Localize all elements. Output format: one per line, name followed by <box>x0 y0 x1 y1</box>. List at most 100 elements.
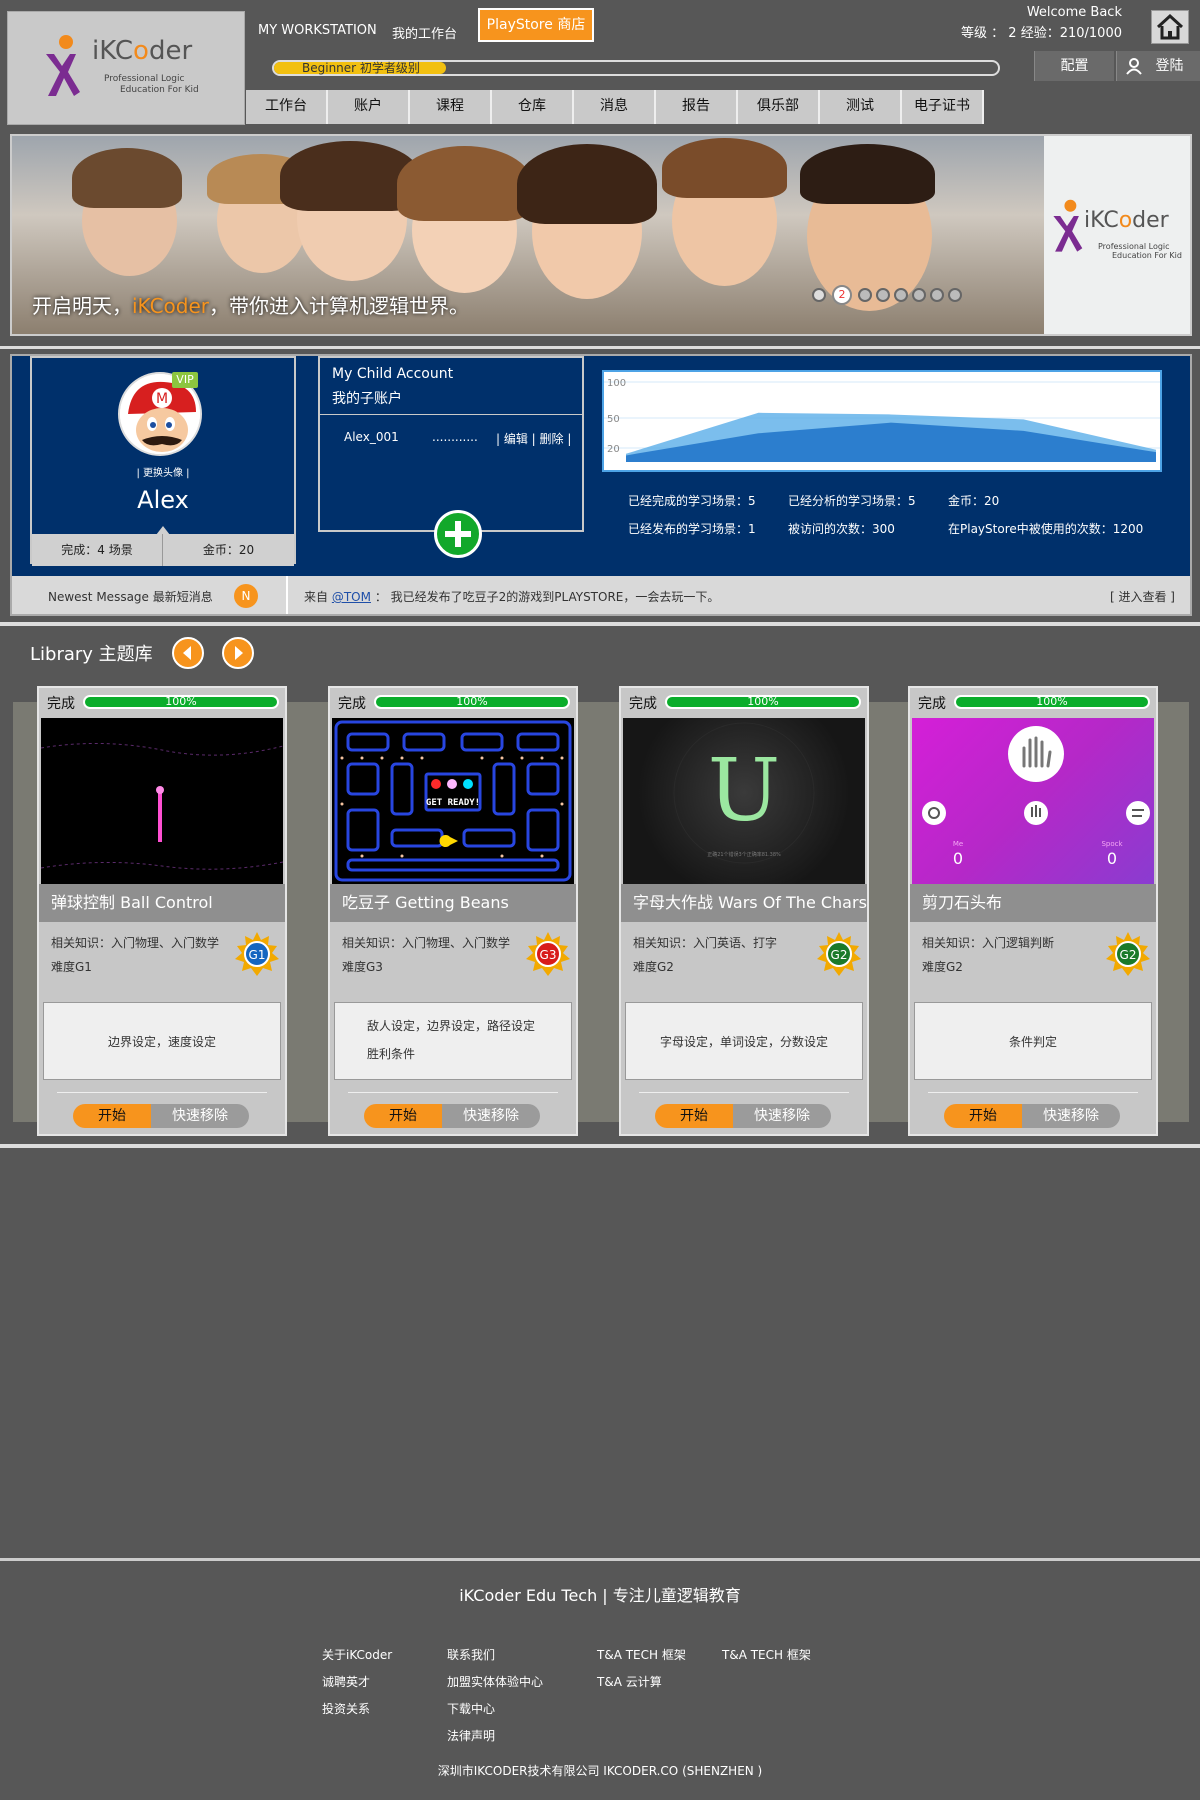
message-from-user[interactable]: @TOM <box>332 590 371 604</box>
library-next-button[interactable] <box>222 637 254 669</box>
card-description: 字母设定，单词设定，分数设定 <box>625 1002 863 1080</box>
config-button[interactable]: 配置 <box>1034 51 1114 81</box>
child-account-divider <box>320 414 582 415</box>
playstore-button[interactable]: PlayStore 商店 <box>478 8 594 42</box>
library-prev-button[interactable] <box>172 637 204 669</box>
library-divider <box>0 1144 1200 1148</box>
add-child-button[interactable] <box>434 510 482 558</box>
footer-link-contact[interactable]: 联系我们 <box>447 1646 543 1673</box>
card-title: 字母大作战 Wars Of The Chars <box>621 884 867 922</box>
start-button[interactable]: 开始 <box>364 1104 442 1128</box>
view-message-link[interactable]: [ 进入查看 ] <box>1110 588 1175 605</box>
quick-remove-button[interactable]: 快速移除 <box>733 1104 831 1128</box>
quick-remove-button[interactable]: 快速移除 <box>151 1104 249 1128</box>
footer-link-investors[interactable]: 投资关系 <box>322 1700 392 1727</box>
workstation-link-cn[interactable]: 我的工作台 <box>392 23 457 42</box>
new-message-badge[interactable]: N <box>234 584 258 608</box>
svg-text:Me: Me <box>953 840 963 848</box>
card-separator <box>928 1092 1138 1093</box>
footer-link-download[interactable]: 下载中心 <box>447 1700 543 1727</box>
footer-link-framework[interactable]: T&A TECH 框架 <box>597 1646 686 1673</box>
nav-item-club[interactable]: 俱乐部 <box>738 90 820 124</box>
nav-item-account[interactable]: 账户 <box>328 90 410 124</box>
welcome-block: Welcome Back 等级 ： 2 经验：210/1000 <box>961 5 1122 41</box>
footer-link-careers[interactable]: 诚聘英才 <box>322 1673 392 1700</box>
carousel-dot-8[interactable] <box>948 288 962 302</box>
home-button[interactable] <box>1151 10 1189 44</box>
quick-remove-button[interactable]: 快速移除 <box>1022 1104 1120 1128</box>
card-actions: 开始 快速移除 <box>73 1104 249 1128</box>
card-title-cn: 弹球控制 <box>51 893 116 912</box>
banner-caption-post: ，带你进入计算机逻辑世界。 <box>209 294 470 318</box>
card-title-cn: 字母大作战 <box>633 893 714 912</box>
welcome-text: Welcome Back <box>1026 5 1122 20</box>
library-card-ball-control[interactable]: 完成 100% 弹球控制 Ball Control 相关知识：入门物理、入门数学… <box>37 686 287 1136</box>
svg-text:M: M <box>156 391 168 407</box>
hero-banner[interactable]: iKCoder Professional Logic Education For… <box>10 134 1192 336</box>
card-progress: 100% <box>374 695 570 709</box>
grade-badge-icon: G3 <box>526 932 570 976</box>
login-button[interactable]: 登陆 <box>1116 51 1200 81</box>
nav-item-messages[interactable]: 消息 <box>574 90 656 124</box>
footer-link-framework-2[interactable]: T&A TECH 框架 <box>722 1646 811 1673</box>
nav-item-courses[interactable]: 课程 <box>410 90 492 124</box>
start-button[interactable]: 开始 <box>944 1104 1022 1128</box>
message-bar: Newest Message 最新短消息 N 来自 @TOM ： 我已经发布了吃… <box>12 576 1190 614</box>
card-header: 完成 100% <box>39 688 285 716</box>
ball-control-preview-icon <box>41 742 283 870</box>
message-body: 来自 @TOM ： 我已经发布了吃豆子2的游戏到PLAYSTORE，一会去玩一下… <box>304 588 719 605</box>
card-separator <box>57 1092 267 1093</box>
library-card-rock-paper-scissors[interactable]: 完成 100% Me Spock 0 0 剪刀石头布 相关知识：入门逻辑判断 难… <box>908 686 1158 1136</box>
banner-caption-pre: 开启明天， <box>32 294 132 318</box>
nav-item-workbench[interactable]: 工作台 <box>246 90 328 124</box>
carousel-dot-4[interactable] <box>876 288 890 302</box>
carousel-dot-1[interactable] <box>812 288 826 302</box>
library-card-wars-of-the-chars[interactable]: 完成 100% U 正确21个错误3个正确率81.38% 字母大作战 Wars … <box>619 686 869 1136</box>
start-button[interactable]: 开始 <box>655 1104 733 1128</box>
card-title: 弹球控制 Ball Control <box>39 884 285 922</box>
child-account-dots: ............ <box>432 430 478 444</box>
library-title: Library 主题库 <box>30 644 153 665</box>
carousel-dot-5[interactable] <box>894 288 908 302</box>
child-account-actions[interactable]: | 编辑 | 删除 | <box>496 430 571 447</box>
plus-icon <box>445 521 471 547</box>
card-title: 吃豆子 Getting Beans <box>330 884 576 922</box>
section-divider-1 <box>0 346 1200 349</box>
svg-text:0: 0 <box>953 849 963 868</box>
card-knowledge: 相关知识：入门逻辑判断 <box>922 936 1055 950</box>
card-thumbnail: Me Spock 0 0 <box>912 718 1154 884</box>
grade-badge-icon: G2 <box>817 932 861 976</box>
footer-link-cloud[interactable]: T&A 云计算 <box>597 1673 686 1700</box>
carousel-dot-6[interactable] <box>912 288 926 302</box>
profile-card: M VIP | 更换头像 | Alex 完成：4 场景 金币：20 <box>30 356 296 566</box>
footer-title: iKCoder Edu Tech | 专注儿童逻辑教育 <box>459 1586 741 1605</box>
carousel-dot-3[interactable] <box>858 288 872 302</box>
workstation-link-en[interactable]: MY WORKSTATION <box>258 23 377 38</box>
footer-link-legal[interactable]: 法律声明 <box>447 1727 543 1754</box>
quick-remove-button[interactable]: 快速移除 <box>442 1104 540 1128</box>
card-desc-line-2: 胜利条件 <box>367 1047 416 1061</box>
nav-item-certificate[interactable]: 电子证书 <box>902 90 984 124</box>
card-thumbnail <box>41 718 283 884</box>
child-account-title-en: My Child Account <box>332 366 454 382</box>
start-button[interactable]: 开始 <box>73 1104 151 1128</box>
card-desc-line-1: 敌人设定，边界设定，路径设定 <box>367 1019 536 1033</box>
svg-text:G2: G2 <box>1120 948 1137 962</box>
child-account-name[interactable]: Alex_001 <box>344 430 399 444</box>
grade-badge-icon: G2 <box>1106 932 1150 976</box>
svg-text:G2: G2 <box>831 948 848 962</box>
footer-link-franchise[interactable]: 加盟实体体验中心 <box>447 1673 543 1700</box>
banner-logo: iKCoder Professional Logic Education For… <box>1044 136 1190 334</box>
nav-item-repository[interactable]: 仓库 <box>492 90 574 124</box>
footer-link-about[interactable]: 关于iKCoder <box>322 1646 392 1673</box>
carousel-dot-2[interactable]: 2 <box>832 285 852 305</box>
change-avatar-link[interactable]: | 更换头像 | <box>32 464 294 479</box>
message-from-prefix: 来自 <box>304 590 329 604</box>
carousel-dot-7[interactable] <box>930 288 944 302</box>
library-card-getting-beans[interactable]: 完成 100% GET READY! 吃豆子 Getting Beans 相关知… <box>328 686 578 1136</box>
banner-logo-mark-icon <box>1053 199 1083 252</box>
logo[interactable]: iKCoder Professional Logic Education For… <box>7 11 245 125</box>
card-title-en: Getting Beans <box>395 893 509 912</box>
nav-item-test[interactable]: 测试 <box>820 90 902 124</box>
nav-item-reports[interactable]: 报告 <box>656 90 738 124</box>
